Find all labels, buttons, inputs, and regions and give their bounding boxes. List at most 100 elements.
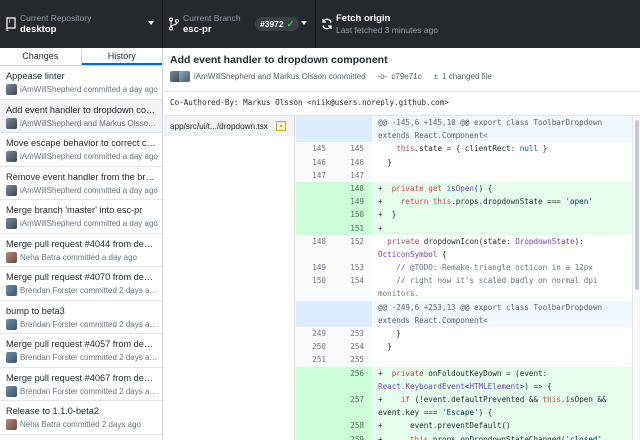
diff-line-context[interactable]: 146 146 }	[296, 155, 632, 169]
old-line-number	[296, 393, 334, 420]
commit-list-item[interactable]: Merge branch 'master' into esc-pr iAmWill…	[0, 200, 162, 234]
diff-line-context[interactable]: 145 145 this.state = { clientRect: null }	[296, 142, 632, 156]
toolbar: Current Repository desktop Current Branc…	[0, 0, 640, 48]
scrollbar-thumb[interactable]	[635, 120, 639, 290]
commit-sha[interactable]: c79e71c	[391, 72, 421, 81]
commit-title: Merge pull request #4044 from desktop/..…	[6, 238, 156, 249]
diff-line-added[interactable]: 259 + this.props.onDropdownStateChanged('…	[296, 432, 632, 440]
old-line-number	[296, 208, 334, 222]
fetch-origin-button[interactable]: Fetch origin Last fetched 3 minutes ago	[316, 0, 640, 48]
avatar	[6, 419, 17, 430]
commit-list-item[interactable]: Add event handler to dropdown component i…	[0, 99, 162, 133]
branch-label: Current Branch	[183, 12, 241, 23]
old-line-number	[296, 366, 334, 394]
diff-code: // @TODO: Remake triangle octicon in a 1…	[396, 263, 593, 273]
commit-author: iAmWillShepherd and Markus Olsson	[20, 118, 153, 128]
diff-hunk-header[interactable]: @@ -145,6 +145,10 @@ export class Toolba…	[296, 116, 632, 143]
commit-title: Merge pull request #4070 from desktop/..…	[6, 272, 156, 282]
diff-line-context[interactable]: 150 154 // right now it's scaled badly on…	[296, 274, 632, 301]
file-item[interactable]: app/src/ui/t.../dropdown.tsx	[164, 116, 294, 136]
repository-label: Current Repository	[20, 12, 92, 23]
sidebar: Changes History Appease linter iAmWillShe…	[0, 48, 163, 440]
old-line-number: 251	[296, 353, 334, 367]
diff-code	[372, 169, 632, 182]
commit-time: committed 2 days ago	[80, 319, 158, 329]
diff-line-added[interactable]: 150 + }	[296, 208, 632, 222]
commit-summary: Add event handler to dropdown component …	[164, 48, 640, 92]
new-line-number: 253	[334, 327, 372, 341]
diff-code: + private get isOpen() {	[372, 181, 632, 196]
commit-time: committed a day ago	[83, 219, 158, 228]
avatar	[179, 71, 190, 82]
commit-byline: Brendan Forster committed 2 days ago	[20, 286, 158, 295]
diff-code: this.state = { clientRect: null }	[396, 144, 548, 154]
current-branch-button[interactable]: Current Branch esc-pr #3972 ✓	[163, 0, 316, 48]
scrollbar[interactable]	[632, 116, 640, 440]
fetch-title: Fetch origin	[336, 12, 391, 24]
commit-byline: Neha Batra committed 2 days ago	[20, 420, 141, 429]
tab-history[interactable]: History	[81, 48, 162, 65]
commit-detail-pane: Add event handler to dropdown component …	[164, 48, 640, 440]
diff-hunk-header[interactable]: @@ -249,6 +253,13 @@ export class Toolba…	[296, 300, 632, 328]
diff-line-added[interactable]: 258 + event.preventDefault()	[296, 419, 632, 433]
commit-time: committed 2 days ago	[62, 420, 141, 429]
commit-author: Brendan Forster	[20, 319, 78, 329]
commit-list-item[interactable]: Remove event handler from the branches l…	[0, 167, 162, 200]
avatar	[6, 285, 17, 296]
old-line-number	[296, 300, 334, 328]
chevron-down-icon	[301, 21, 307, 25]
sidebar-tabs: Changes History	[0, 48, 162, 66]
commit-author: Neha Batra	[20, 420, 61, 429]
avatar	[6, 218, 17, 229]
new-line-number: 257	[334, 393, 372, 420]
commit-list-item[interactable]: Appease linter iAmWillShepherd committed …	[0, 66, 162, 100]
diff-line-context[interactable]: 147 147	[296, 168, 632, 182]
diff-line-added[interactable]: 149 + return this.props.dropdownState ===…	[296, 195, 632, 209]
diff-code: }	[378, 157, 392, 167]
old-line-number: 146	[296, 155, 334, 169]
commit-title: Merge branch 'master' into esc-pr	[6, 205, 143, 215]
commit-icon: -o-	[377, 72, 388, 81]
diff-line-added[interactable]: 151 +	[296, 221, 632, 235]
avatar	[6, 385, 17, 397]
diff-line-context[interactable]: 251 255	[296, 353, 632, 367]
current-repository-button[interactable]: Current Repository desktop	[0, 0, 163, 48]
old-line-number: 145	[296, 142, 334, 156]
new-line-number	[334, 116, 372, 143]
commit-list-item[interactable]: Merge pull request #4057 from desktop/..…	[0, 334, 162, 368]
commit-byline: iAmWillShepherd committed a day ago	[20, 186, 158, 195]
new-line-number: 258	[334, 419, 372, 433]
avatar	[6, 117, 17, 129]
tab-changes[interactable]: Changes	[0, 48, 82, 65]
avatar	[6, 251, 17, 263]
files-changed-count: 1 changed file	[442, 72, 492, 81]
old-line-number: 250	[296, 340, 334, 354]
commit-list-item[interactable]: Merge pull request #4067 from desktop/..…	[0, 368, 162, 401]
diff-line-context[interactable]: 249 253 }	[296, 327, 632, 341]
commit-list-item[interactable]: Move escape behavior to correct componen…	[0, 133, 162, 167]
commit-author: iAmWillShepherd	[20, 185, 82, 195]
commit-byline: iAmWillShepherd committed a day ago	[20, 152, 158, 161]
old-line-number	[296, 181, 334, 196]
diff-line-added[interactable]: 257 + if (!event.defaultPrevented && this…	[296, 393, 632, 420]
diff-line-context[interactable]: 148 152 private dropdownIcon(state: Dropd…	[296, 234, 632, 262]
diff-line-added[interactable]: 256 + private onFoldoutKeyDown = (event: …	[296, 366, 632, 394]
commit-title: Remove event handler from the branches l…	[6, 171, 156, 182]
commit-byline: iAmWillShepherd committed a day ago	[20, 85, 158, 94]
commit-list-item[interactable]: Merge pull request #4044 from desktop/..…	[0, 234, 162, 267]
diff-code: }	[378, 342, 392, 352]
diff-line-context[interactable]: 250 254 }	[296, 340, 632, 354]
commit-byline: Neha Batra committed a day ago	[20, 253, 137, 262]
diff-code: // right now it's scaled badly on normal…	[378, 276, 603, 299]
commit-list-item[interactable]: Release to 1.1.0-beta2 Neha Batra committ…	[0, 401, 162, 435]
diff-code: + }	[372, 208, 632, 222]
avatar	[6, 84, 17, 95]
branch-name: esc-pr	[183, 23, 212, 35]
diff-line-context[interactable]: 149 153 // @TODO: Remake triangle octicon…	[296, 261, 632, 275]
pull-request-badge[interactable]: #3972 ✓	[255, 17, 300, 31]
old-line-number: 147	[296, 168, 334, 182]
commit-list-item[interactable]: Merge pull request #4070 from desktop/..…	[0, 267, 162, 301]
commit-list-item[interactable]: bump to beta3 Brendan Forster committed 2…	[0, 301, 162, 334]
diff-code: + return this.props.dropdownState === 'o…	[372, 195, 632, 209]
diff-line-added[interactable]: 148 + private get isOpen() {	[296, 181, 632, 196]
